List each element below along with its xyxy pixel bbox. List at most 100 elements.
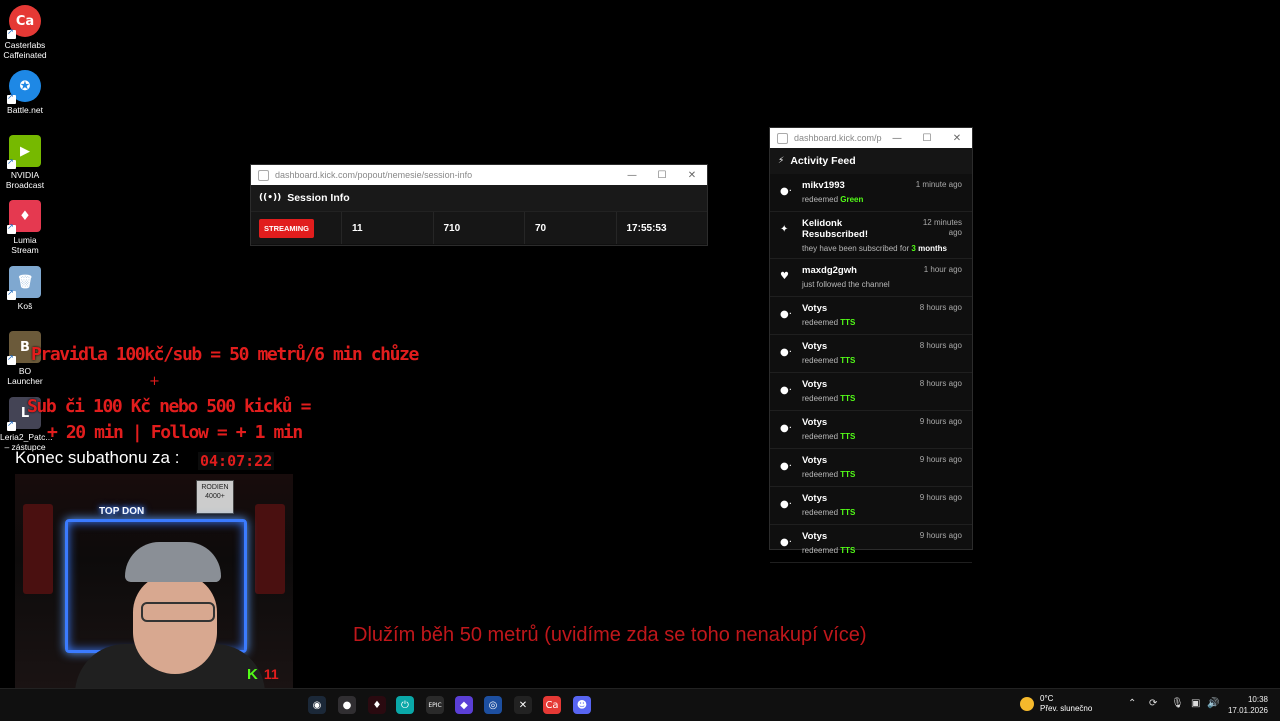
- taskbar-epic-icon[interactable]: EPIC: [426, 696, 444, 714]
- feed-time: 9 hours ago: [919, 417, 962, 426]
- horde-banner-left: [23, 504, 53, 594]
- feed-item[interactable]: ●· Votys redeemed TTS 9 hours ago: [770, 411, 972, 449]
- feed-item[interactable]: ♥ maxdg2gwh just followed the channel 1 hou…: [770, 259, 972, 297]
- feed-action: redeemed Green: [802, 195, 864, 204]
- feed-user: Votys: [802, 493, 828, 504]
- page-favicon-icon: [258, 169, 269, 181]
- lightning-icon: ⚡: [778, 156, 785, 166]
- redeem-icon: ●·: [780, 385, 792, 396]
- desktop-icon-casterlabs[interactable]: CaCasterlabsCaffeinated: [0, 5, 50, 60]
- taskbar-diamond-icon[interactable]: ◆: [455, 696, 473, 714]
- desktop-icon-recycle-bin[interactable]: 🗑Koš: [0, 266, 50, 311]
- feed-action: just followed the channel: [802, 280, 890, 289]
- session-info-window[interactable]: dashboard.kick.com/popout/nemesie/sessio…: [250, 164, 708, 246]
- activity-titlebar[interactable]: dashboard.kick.com/po... — ☐ ✕: [770, 128, 972, 148]
- rules-line-2: Sub či 100 Kč nebo 500 kicků =: [27, 396, 312, 417]
- feed-item[interactable]: ●· mikv1993 redeemed Green 1 minute ago: [770, 174, 972, 212]
- taskbar-casterlabs-icon[interactable]: Ca: [543, 696, 561, 714]
- feed-item[interactable]: ●· Votys redeemed TTS 9 hours ago: [770, 487, 972, 525]
- feed-action: redeemed TTS: [802, 470, 856, 479]
- feed-item[interactable]: ●· Votys redeemed TTS 8 hours ago: [770, 297, 972, 335]
- feed-item[interactable]: ●· Votys redeemed TTS 9 hours ago: [770, 449, 972, 487]
- person-glasses: [141, 602, 215, 622]
- kick-logo-icon: K: [247, 666, 258, 683]
- feed-user: Votys: [802, 417, 828, 428]
- feed-item[interactable]: ✦ Kelidonk Resubscribed! they have been su…: [770, 212, 972, 259]
- desktop-icon-label: Leria2_Patc...: [0, 432, 53, 442]
- feed-user: maxdg2gwh: [802, 265, 857, 276]
- sync-icon[interactable]: ⟳: [1149, 698, 1157, 709]
- minimize-icon[interactable]: —: [617, 170, 647, 181]
- activity-feed-window[interactable]: dashboard.kick.com/po... — ☐ ✕ ⚡ Activit…: [769, 127, 973, 563]
- feed-action: redeemed TTS: [802, 546, 856, 555]
- shortcut-arrow-icon: [7, 27, 16, 39]
- broadcast-icon: ((•)): [259, 193, 282, 203]
- maximize-icon[interactable]: ☐: [912, 133, 942, 144]
- desktop-icon-nvidia-broadcast[interactable]: ▶NVIDIABroadcast: [0, 135, 50, 190]
- weather-widget[interactable]: 0°C Přev. slunečno: [1020, 694, 1092, 714]
- rules-line-1: Pravidla 100kč/sub = 50 metrů/6 min chůz…: [31, 344, 419, 365]
- redeem-icon: ●·: [780, 461, 792, 472]
- nvidia-broadcast-icon: ▶: [7, 135, 41, 169]
- session-header: ((•)) Session Info: [251, 185, 707, 211]
- activity-header: ⚡ Activity Feed: [770, 148, 972, 174]
- sun-icon: [1020, 697, 1034, 711]
- minimize-icon[interactable]: —: [882, 133, 912, 144]
- activity-feed-list[interactable]: ●· mikv1993 redeemed Green 1 minute ago ✦ Kel…: [770, 174, 972, 563]
- feed-item[interactable]: ●· Votys redeemed TTS 8 hours ago: [770, 335, 972, 373]
- desktop-icon-label: Battle.net: [7, 105, 43, 115]
- feed-time: 8 hours ago: [919, 379, 962, 388]
- feed-highlight: TTS: [840, 470, 856, 479]
- volume-icon[interactable]: 🔊: [1207, 698, 1219, 709]
- rules-line-3: + 20 min | Follow = + 1 min: [47, 422, 303, 443]
- close-icon[interactable]: ✕: [677, 170, 707, 181]
- feed-user: mikv1993: [802, 180, 845, 191]
- lumia-stream-icon: ♦: [7, 200, 41, 234]
- feed-time: 9 hours ago: [919, 493, 962, 502]
- taskbar-lumia-icon[interactable]: ♦: [368, 696, 386, 714]
- session-url: dashboard.kick.com/popout/nemesie/sessio…: [275, 170, 473, 180]
- subathon-label: Konec subathonu za :: [15, 448, 180, 467]
- feed-highlight: TTS: [840, 546, 856, 555]
- desktop-icon-lumia-stream[interactable]: ♦LumiaStream: [0, 200, 50, 255]
- taskbar-tool-icon[interactable]: ✕: [514, 696, 532, 714]
- feed-user: Votys: [802, 341, 828, 352]
- feed-time: 8 hours ago: [919, 341, 962, 350]
- shortcut-arrow-icon: [7, 92, 16, 104]
- taskbar: ◉ ● ♦ ⏻ EPIC ◆ ◎ ✕ Ca ☻ 0°C Přev. slunečno ⌃ ⟳ 🎙 …: [0, 688, 1280, 721]
- desktop-icon-label: Caffeinated: [3, 50, 47, 60]
- taskbar-power-icon[interactable]: ⏻: [396, 696, 414, 714]
- feed-action: redeemed TTS: [802, 508, 856, 517]
- session-titlebar[interactable]: dashboard.kick.com/popout/nemesie/sessio…: [251, 165, 707, 185]
- streaming-badge: STREAMING: [259, 218, 314, 238]
- kick-counter: K 11: [247, 666, 279, 683]
- shortcut-arrow-icon: [7, 288, 16, 300]
- recycle-bin-icon: 🗑: [7, 266, 41, 300]
- horde-banner-right: [255, 504, 285, 594]
- feed-highlight: TTS: [840, 318, 856, 327]
- feed-time: 8 hours ago: [919, 303, 962, 312]
- status-cell: STREAMING: [251, 212, 341, 244]
- desktop-icon-battlenet[interactable]: ✪Battle.net: [0, 70, 50, 115]
- webcam-feed: RODIEN 4000+ TOP DON K 11: [15, 474, 293, 688]
- clock[interactable]: 10:38 17.01.2026: [1228, 694, 1268, 716]
- taskbar-obs-icon[interactable]: ●: [338, 696, 356, 714]
- desktop-icon-label: NVIDIA: [10, 170, 40, 180]
- feed-action: redeemed TTS: [802, 432, 856, 441]
- activity-url: dashboard.kick.com/po...: [794, 133, 882, 143]
- session-stats-row: STREAMING 11 710 70 17:55:53: [251, 211, 707, 244]
- microphone-icon[interactable]: 🎙: [1171, 698, 1184, 709]
- chevron-up-icon[interactable]: ⌃: [1128, 698, 1136, 709]
- feed-item[interactable]: ●· Votys redeemed TTS 9 hours ago: [770, 525, 972, 563]
- person-face: [133, 574, 217, 674]
- taskbar-uplay-icon[interactable]: ◎: [484, 696, 502, 714]
- feed-item[interactable]: ●· Votys redeemed TTS 8 hours ago: [770, 373, 972, 411]
- taskbar-discord-icon[interactable]: ☻: [573, 696, 591, 714]
- maximize-icon[interactable]: ☐: [647, 170, 677, 181]
- redeem-icon: ●·: [780, 537, 792, 548]
- close-icon[interactable]: ✕: [942, 133, 972, 144]
- battlenet-icon: ✪: [7, 70, 41, 104]
- shortcut-arrow-icon: [7, 157, 16, 169]
- taskbar-steam-icon[interactable]: ◉: [308, 696, 326, 714]
- network-icon[interactable]: ▣: [1191, 698, 1200, 709]
